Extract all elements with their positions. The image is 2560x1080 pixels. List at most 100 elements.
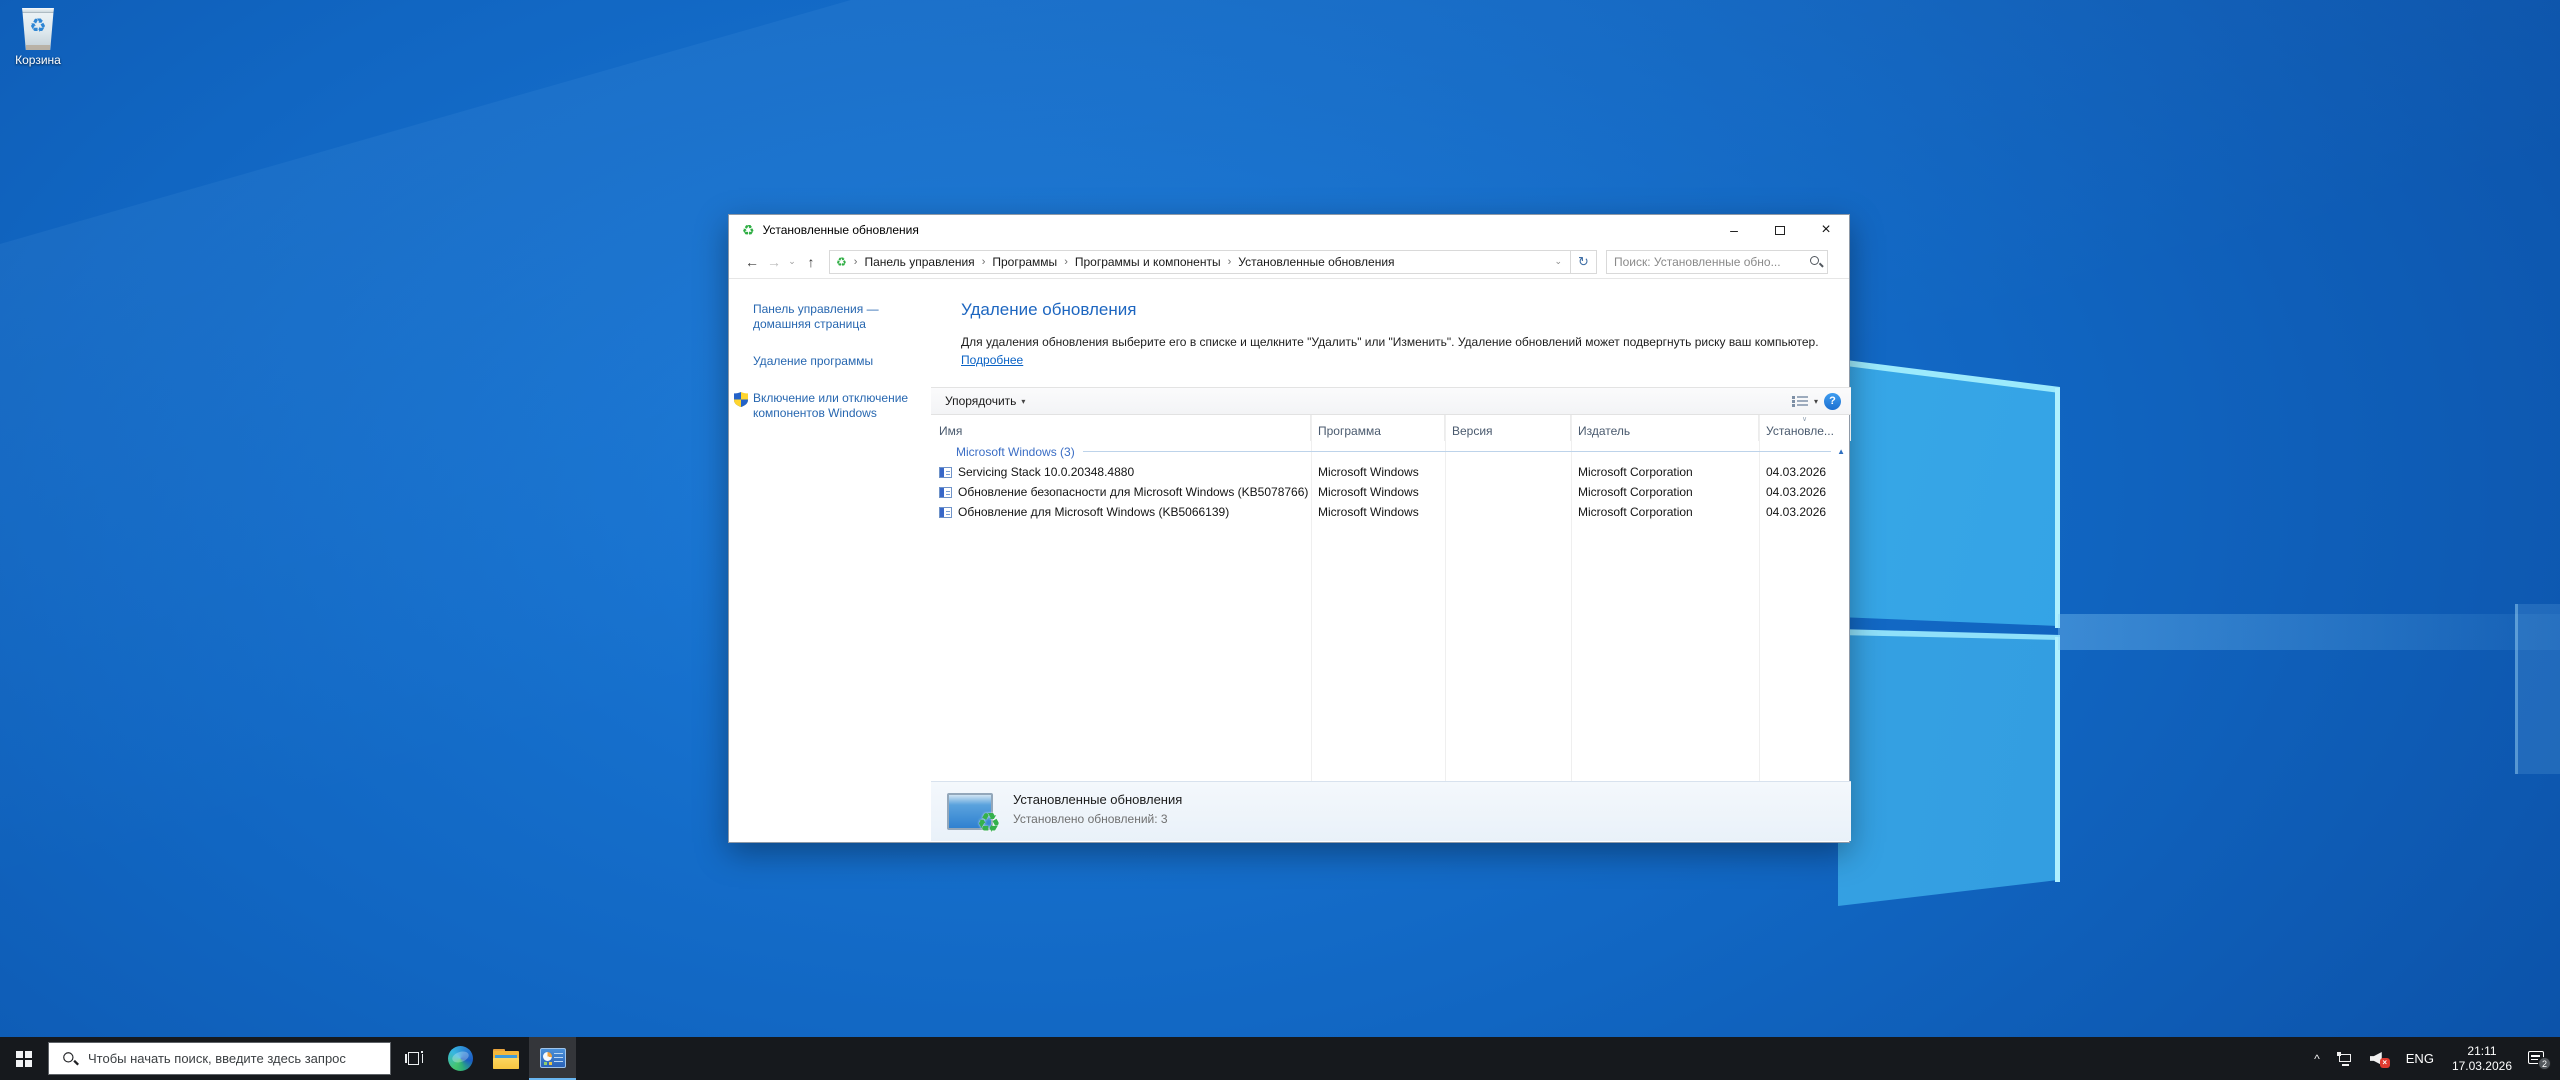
back-button[interactable]: ← (741, 255, 763, 269)
group-header-microsoft-windows[interactable]: Microsoft Windows (3) ▲ (931, 441, 1851, 462)
caption-buttons: – × (1711, 215, 1849, 245)
organize-button[interactable]: Упорядочить ▾ (945, 394, 1025, 408)
collapse-group-icon[interactable]: ▲ (1837, 447, 1845, 456)
notification-count-badge: 2 (2538, 1057, 2551, 1070)
column-header-version[interactable]: Версия (1445, 415, 1571, 441)
column-header-program[interactable]: Программа (1311, 415, 1445, 441)
close-button[interactable]: × (1803, 215, 1849, 245)
update-publisher: Microsoft Corporation (1571, 485, 1759, 499)
system-tray: ^ × ENG 21:11 17.03.2026 2 (2305, 1037, 2560, 1080)
show-hidden-icons-button[interactable]: ^ (2305, 1052, 2329, 1066)
breadcrumb-installed-updates[interactable]: Установленные обновления (1238, 255, 1394, 269)
breadcrumb-programs-and-features[interactable]: Программы и компоненты (1075, 255, 1221, 269)
update-program: Microsoft Windows (1311, 485, 1445, 499)
recent-pages-button[interactable]: ⌄ (785, 257, 799, 266)
close-icon: × (1821, 222, 1830, 238)
column-headers: Имя Программа Версия Издатель ∨ Установл… (931, 415, 1851, 441)
update-row[interactable]: Обновление для Microsoft Windows (KB5066… (931, 502, 1851, 522)
update-publisher: Microsoft Corporation (1571, 465, 1759, 479)
file-explorer-taskbar-button[interactable] (483, 1037, 529, 1080)
sidebar-item-uninstall-program[interactable]: Удаление программы (753, 354, 915, 369)
maximize-icon (1775, 226, 1785, 235)
group-divider-line (1083, 451, 1831, 452)
mute-badge-icon: × (2380, 1058, 2390, 1068)
taskbar-search-placeholder: Чтобы начать поиск, введите здесь запрос (88, 1051, 346, 1066)
recycle-bin-shortcut[interactable]: ♻ Корзина (2, 8, 74, 67)
refresh-button[interactable]: ↻ (1571, 250, 1597, 274)
start-button[interactable] (0, 1037, 48, 1080)
sort-indicator-icon: ∨ (1802, 415, 1807, 423)
navigation-bar: ← → ⌄ ↑ ♻ › Панель управления › Программ… (729, 245, 1849, 279)
wallpaper-beam (0, 0, 2560, 180)
recycle-bin-label: Корзина (2, 53, 74, 67)
update-row[interactable]: Servicing Stack 10.0.20348.4880 Microsof… (931, 462, 1851, 482)
search-icon (62, 1051, 77, 1066)
language-indicator[interactable]: ENG (2396, 1051, 2444, 1066)
breadcrumb-programs[interactable]: Программы (992, 255, 1057, 269)
sidebar-item-windows-features[interactable]: Включение или отключение компонентов Win… (753, 391, 915, 421)
action-center-button[interactable]: 2 (2528, 1050, 2548, 1067)
window-titlebar[interactable]: ♻ Установленные обновления – × (729, 215, 1849, 245)
explorer-search-box[interactable]: Поиск: Установленные обно... (1606, 250, 1828, 274)
sidebar-item-label: Включение или отключение компонентов Win… (753, 391, 908, 420)
address-bar[interactable]: ♻ › Панель управления › Программы › Прог… (829, 250, 1571, 274)
column-header-installed-on[interactable]: ∨ Установле... (1759, 415, 1851, 441)
window-title: Установленные обновления (763, 223, 919, 237)
up-button[interactable]: ↑ (799, 255, 823, 269)
update-item-icon (939, 487, 952, 498)
active-app-taskbar-button[interactable] (529, 1037, 576, 1080)
search-icon[interactable] (1809, 255, 1822, 268)
taskbar-search-box[interactable]: Чтобы начать поиск, введите здесь запрос (48, 1042, 391, 1075)
update-row[interactable]: Обновление безопасности для Microsoft Wi… (931, 482, 1851, 502)
column-header-publisher[interactable]: Издатель (1571, 415, 1759, 441)
breadcrumb-control-panel[interactable]: Панель управления (864, 255, 974, 269)
help-button[interactable]: ? (1824, 393, 1841, 410)
column-header-name[interactable]: Имя (931, 415, 1311, 441)
update-item-icon (939, 467, 952, 478)
view-options-dropdown-icon[interactable]: ▾ (1814, 397, 1818, 406)
wallpaper-light-band (2058, 614, 2560, 650)
folder-icon (493, 1049, 519, 1069)
details-title: Установленные обновления (1013, 792, 1182, 807)
view-controls: ▾ ? (1792, 393, 1841, 410)
updates-list: Упорядочить ▾ ▾ ? Им (931, 387, 1851, 781)
task-view-icon (405, 1051, 423, 1066)
windows-logo-icon (16, 1051, 32, 1067)
task-view-button[interactable] (391, 1037, 437, 1080)
wallpaper-light-line (2515, 604, 2518, 774)
taskbar-clock[interactable]: 21:11 17.03.2026 (2444, 1044, 2520, 1074)
details-pane: ♻ Установленные обновления Установлено о… (931, 781, 1851, 841)
network-icon (2337, 1052, 2354, 1066)
minimize-button[interactable]: – (1711, 215, 1757, 245)
update-item-icon (939, 507, 952, 518)
search-placeholder: Поиск: Установленные обно... (1614, 255, 1781, 269)
volume-muted-icon: × (2370, 1051, 2388, 1066)
recycle-bin-icon: ♻ (20, 8, 56, 50)
edge-taskbar-button[interactable] (437, 1037, 483, 1080)
command-bar: Упорядочить ▾ ▾ ? (931, 388, 1851, 415)
details-view-icon[interactable] (1792, 395, 1808, 408)
tasks-sidebar: Панель управления — домашняя страница Уд… (729, 279, 931, 842)
programs-and-features-icon (540, 1048, 566, 1068)
clock-time: 21:11 (2452, 1044, 2512, 1059)
network-tray-button[interactable] (2329, 1052, 2362, 1066)
recycle-bin-base (26, 45, 50, 50)
updates-app-icon: ♻ (742, 223, 755, 237)
address-dropdown-icon[interactable]: ⌄ (1554, 256, 1562, 267)
wallpaper-light-column (2518, 604, 2560, 774)
clock-date: 17.03.2026 (2452, 1059, 2512, 1074)
edge-icon (448, 1046, 473, 1071)
update-publisher: Microsoft Corporation (1571, 505, 1759, 519)
update-name: Обновление для Microsoft Windows (KB5066… (958, 505, 1229, 519)
chevron-down-icon: ▾ (1021, 397, 1025, 406)
main-content: Удаление обновления Для удаления обновле… (931, 279, 1851, 842)
maximize-button[interactable] (1757, 215, 1803, 245)
forward-button[interactable]: → (763, 255, 785, 269)
minimize-icon: – (1730, 222, 1738, 238)
sidebar-item-control-panel-home[interactable]: Панель управления — домашняя страница (753, 302, 915, 332)
breadcrumb-separator-icon: › (975, 256, 993, 268)
recycle-bin-rim (20, 8, 56, 13)
breadcrumb-separator-icon: › (847, 256, 865, 268)
more-info-link[interactable]: Подробнее (961, 353, 1023, 367)
volume-tray-button[interactable]: × (2362, 1051, 2396, 1066)
